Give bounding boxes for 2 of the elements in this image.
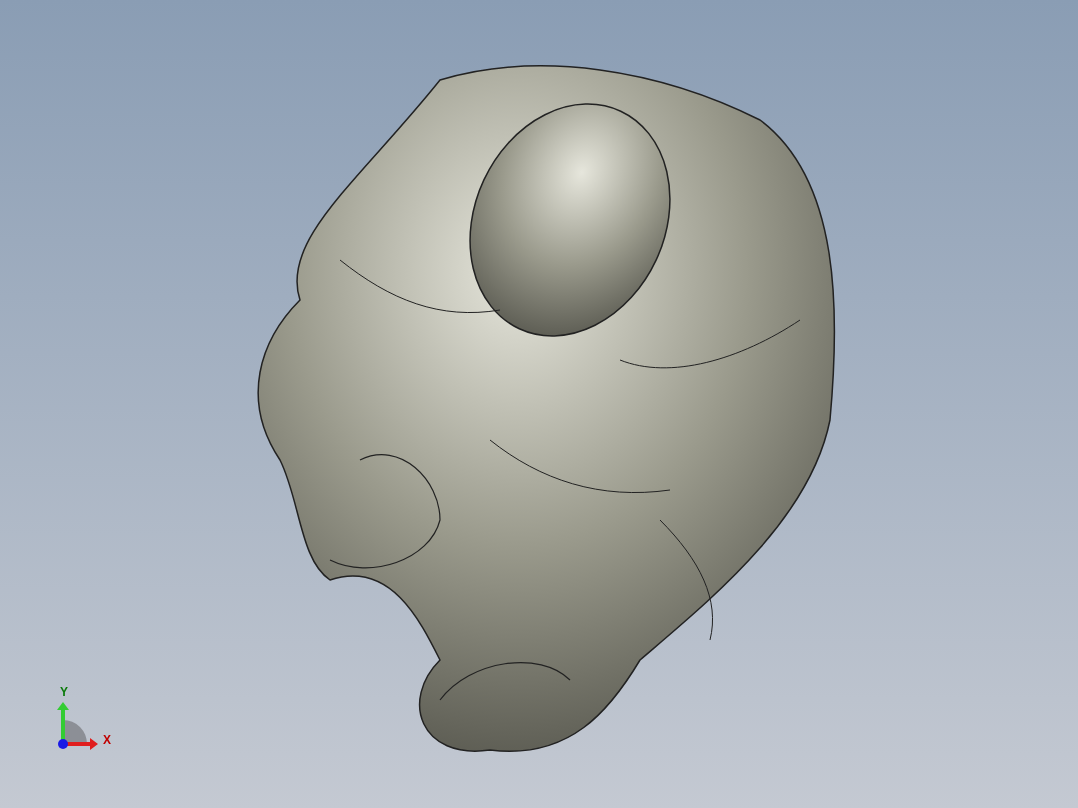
y-axis-label: Y: [60, 686, 68, 698]
x-axis-label: X: [103, 734, 111, 746]
